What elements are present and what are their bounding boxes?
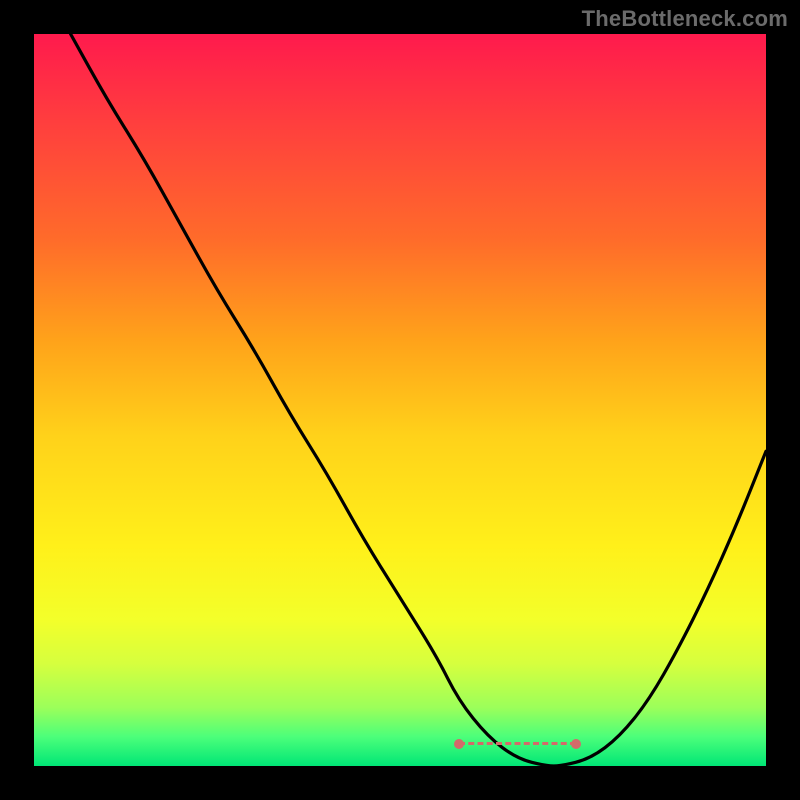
optimal-range-band <box>459 742 576 754</box>
optimal-range-end-dot <box>571 739 581 749</box>
watermark-text: TheBottleneck.com <box>582 6 788 32</box>
bottleneck-curve <box>34 34 766 766</box>
optimal-range-start-dot <box>454 739 464 749</box>
chart-frame: TheBottleneck.com <box>0 0 800 800</box>
plot-area <box>34 34 766 766</box>
